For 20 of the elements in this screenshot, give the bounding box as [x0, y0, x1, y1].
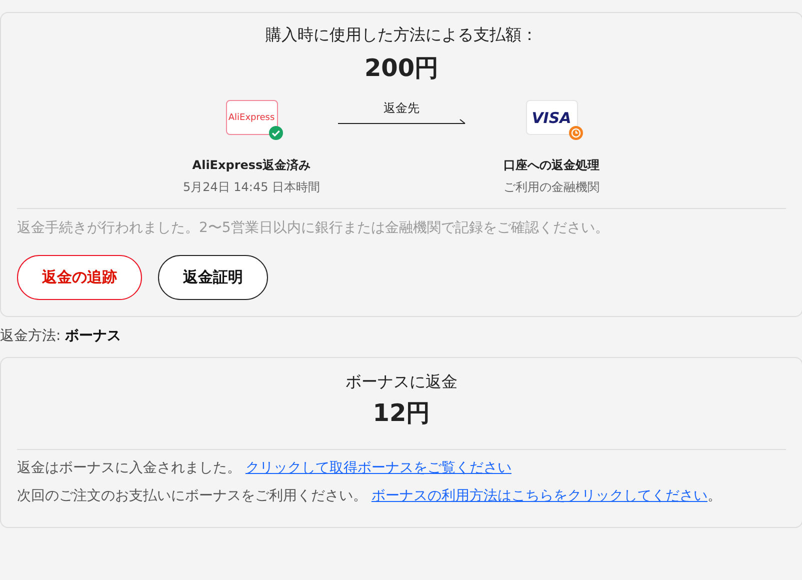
step-subtitle: ご利用の金融機関 [504, 179, 600, 196]
step-subtitle: 5月24日 14:45 日本時間 [182, 179, 320, 196]
refund-method: 返金方法: ボーナス [0, 327, 122, 345]
amount: 200円 [363, 53, 440, 84]
bonus-link[interactable]: クリックして取得ボーナスをご覧ください [245, 460, 512, 476]
amount: 12円 [372, 398, 432, 429]
arrow-label: 返金先 [384, 100, 420, 117]
arrow-icon [338, 117, 466, 125]
refund-note: 返金手続きが行われました。2〜5営業日以内に銀行または金融機関で記録をご確認ください。 [17, 219, 610, 237]
bonus-link[interactable]: ボーナスの利用方法はこちらをクリックしてください [371, 488, 708, 504]
card-title: 購入時に使用した方法による支払額： [264, 25, 538, 46]
step-title: 口座への返金処理 [504, 157, 600, 174]
logo-text: AliExpress [228, 112, 275, 122]
info-text: 次回のご注文のお支払いにボーナスをご利用ください。 ボーナスの利用方法はこちらをクリックしてください。 [17, 487, 722, 506]
card-title: ボーナスに返金 [344, 372, 458, 393]
refund-proof-button[interactable]: 返金証明 [158, 255, 268, 300]
info-text: 返金はボーナスに入金されました。 クリックして取得ボーナスをご覧ください [17, 459, 512, 478]
step-title: AliExpress返金済み [192, 157, 311, 174]
logo-text: VISA [532, 108, 572, 126]
track-refund-button[interactable]: 返金の追跡 [17, 255, 142, 300]
